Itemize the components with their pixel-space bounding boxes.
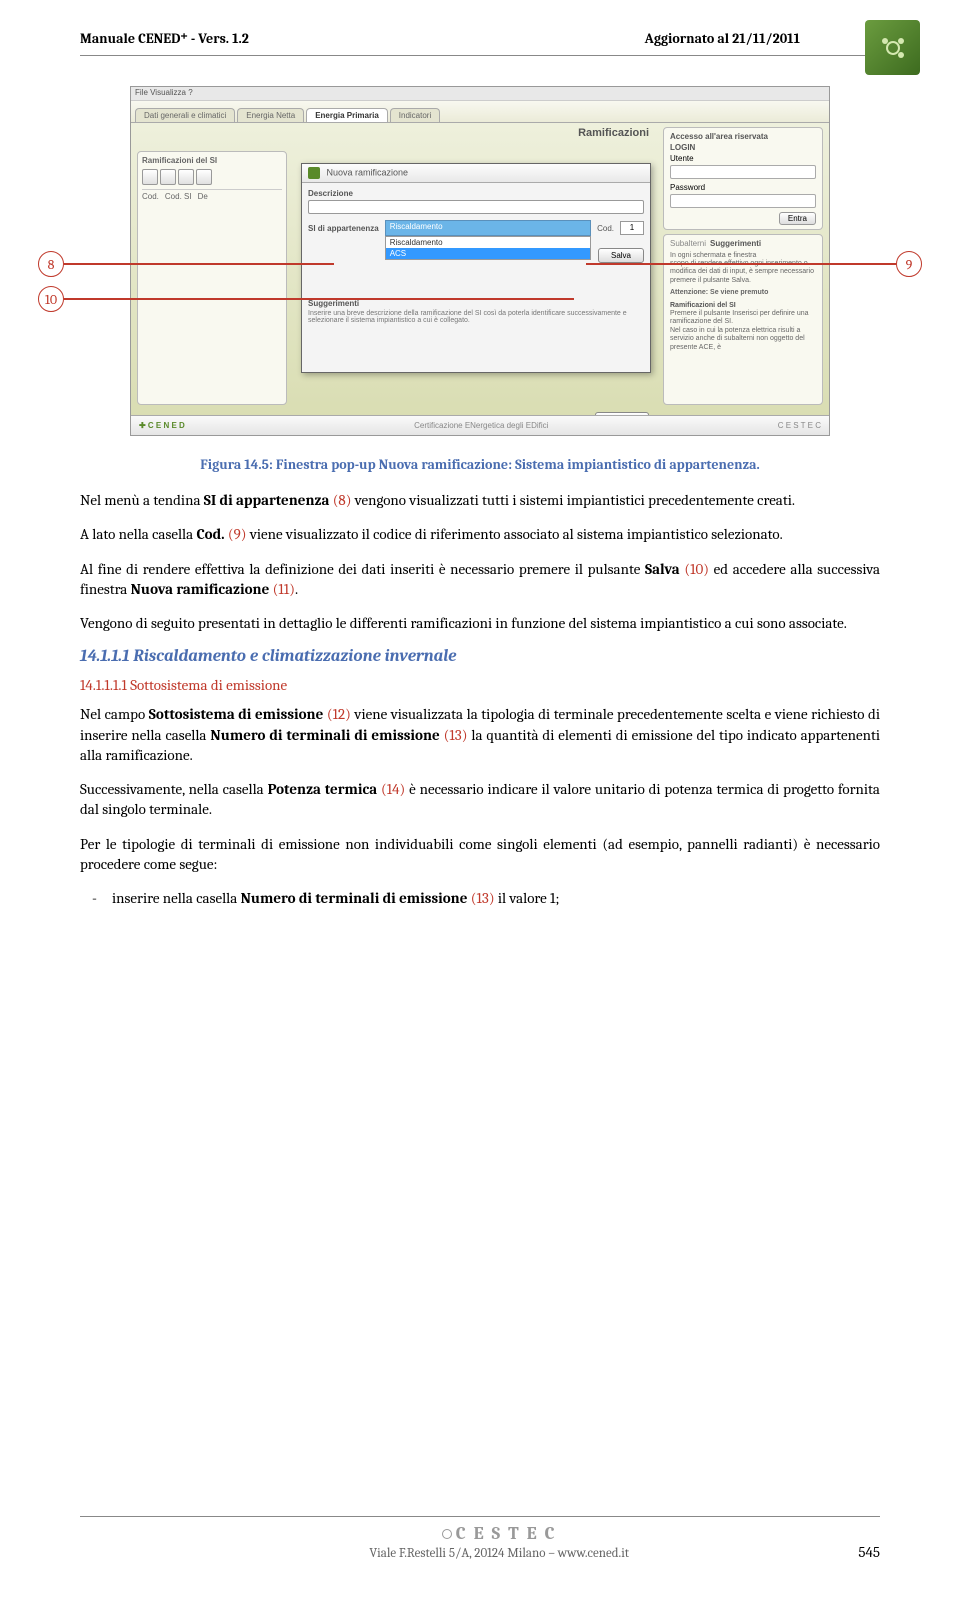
- app-body: Ramificazioni Ramificazioni del SI Cod. …: [131, 123, 829, 435]
- callout-9-line: [586, 263, 896, 265]
- tool-delete-icon[interactable]: [178, 169, 194, 185]
- menu-bar: File Visualizza ?: [131, 87, 829, 101]
- callout-10: 10: [38, 286, 574, 312]
- paragraph-3: Al fine di rendere effettiva la definizi…: [80, 559, 880, 600]
- footer-cestec-brand: C E S T E C: [778, 421, 821, 430]
- login-pass-input[interactable]: [670, 194, 816, 208]
- login-title: Accesso all'area riservata: [670, 132, 816, 141]
- callout-8-circle: 8: [38, 251, 64, 277]
- tab-subalterni[interactable]: Subalterni: [670, 239, 706, 249]
- info-line-7: Nel caso in cui la potenza elettrica ris…: [670, 327, 816, 352]
- login-user-label: Utente: [670, 154, 816, 163]
- footer-address: Viale F.Restelli 5/A, 20124 Milano – www…: [140, 1546, 858, 1561]
- col-cod-si: Cod. SI: [165, 192, 192, 201]
- main-tabs: Dati generali e climatici Energia Netta …: [131, 101, 829, 123]
- header-right-text: Aggiornato al 21/11/2011: [645, 30, 800, 47]
- select-dropdown: Riscaldamento ACS: [385, 236, 591, 260]
- header-divider: [80, 55, 880, 56]
- paragraph-6: Successivamente, nella casella Potenza t…: [80, 779, 880, 820]
- left-panel-title: Ramificazioni del SI: [142, 156, 282, 165]
- col-de: De: [198, 192, 208, 201]
- dialog-suggerimenti-text: Inserire una breve descrizione della ram…: [308, 310, 644, 324]
- cened-logo-icon: [865, 20, 920, 75]
- login-user-input[interactable]: [670, 165, 816, 179]
- info-tabs: Subalterni Suggerimenti: [670, 239, 816, 249]
- tool-add-icon[interactable]: [142, 169, 158, 185]
- option-riscaldamento[interactable]: Riscaldamento: [386, 237, 590, 248]
- tab-dati-generali[interactable]: Dati generali e climatici: [135, 108, 235, 122]
- figure-caption: Figura 14.5: Finestra pop-up Nuova ramif…: [80, 456, 880, 474]
- subheading-sottosistema: 14.1.1.1.1 Sottosistema di emissione: [80, 676, 880, 694]
- footer-divider: [80, 1516, 880, 1517]
- tool-edit-icon[interactable]: [160, 169, 176, 185]
- callout-10-circle: 10: [38, 286, 64, 312]
- login-box: Accesso all'area riservata LOGIN Utente …: [663, 127, 823, 230]
- callout-10-line: [64, 298, 574, 300]
- tab-indicatori[interactable]: Indicatori: [390, 108, 440, 122]
- input-descrizione[interactable]: [308, 200, 644, 214]
- label-si-appartenenza: SI di appartenenza: [308, 224, 379, 233]
- app-footer: ✚ C E N E D Certificazione ENergetica de…: [131, 415, 829, 435]
- select-si-appartenenza[interactable]: Riscaldamento Riscaldamento ACS: [385, 220, 591, 236]
- heading-riscaldamento: 14.1.1.1 Riscaldamento e climatizzazione…: [80, 647, 880, 666]
- info-line-5: Ramificazioni del SI: [670, 302, 816, 310]
- paragraph-5: Nel campo Sottosistema di emissione (12)…: [80, 704, 880, 765]
- paragraph-7: Per le tipologie di terminali di emissio…: [80, 834, 880, 875]
- tab-energia-netta[interactable]: Energia Netta: [237, 108, 304, 122]
- label-descrizione: Descrizione: [308, 189, 644, 198]
- paragraph-4: Vengono di seguito presentati in dettagl…: [80, 613, 880, 633]
- bullet-list: inserire nella casella Numero di termina…: [80, 888, 880, 908]
- figure-wrapper: File Visualizza ? Dati generali e climat…: [80, 86, 880, 436]
- footer-cened-brand: ✚ C E N E D: [139, 421, 185, 430]
- callout-9: 9: [586, 251, 922, 277]
- header-left-text: Manuale CENED⁺ - Vers. 1.2: [80, 30, 249, 47]
- paragraph-2: A lato nella casella Cod. (9) viene visu…: [80, 524, 880, 544]
- tab-suggerimenti[interactable]: Suggerimenti: [710, 239, 761, 249]
- tab-energia-primaria[interactable]: Energia Primaria: [306, 108, 388, 122]
- tool-copy-icon[interactable]: [196, 169, 212, 185]
- page-footer: C E S T E C Viale F.Restelli 5/A, 20124 …: [80, 1516, 880, 1561]
- cestec-logo: C E S T E C: [140, 1523, 858, 1544]
- cestec-dot-icon: [442, 1529, 452, 1539]
- paragraph-1: Nel menù a tendina SI di appartenenza (8…: [80, 490, 880, 510]
- login-label: LOGIN: [670, 143, 816, 152]
- bullet-1: inserire nella casella Numero di termina…: [112, 888, 880, 908]
- dialog-title: Nuova ramificazione: [302, 164, 650, 183]
- select-current-value: Riscaldamento: [385, 220, 591, 236]
- footer-center-text: Certificazione ENergetica degli EDifici: [414, 421, 548, 430]
- input-cod[interactable]: 1: [620, 221, 644, 235]
- login-button[interactable]: Entra: [779, 212, 816, 225]
- footer-center: C E S T E C Viale F.Restelli 5/A, 20124 …: [140, 1523, 858, 1561]
- left-toolbar: [142, 169, 282, 185]
- option-acs[interactable]: ACS: [386, 248, 590, 259]
- left-columns: Cod. Cod. SI De: [142, 189, 282, 201]
- content-title: Ramificazioni: [578, 127, 649, 139]
- page-number: 545: [858, 1543, 880, 1561]
- callout-8: 8: [38, 251, 334, 277]
- login-pass-label: Password: [670, 183, 816, 192]
- info-line-3: Attenzione: Se viene premuto: [670, 289, 816, 297]
- page-header: Manuale CENED⁺ - Vers. 1.2 Aggiornato al…: [80, 30, 880, 47]
- info-line-6: Premere il pulsante Inserisci per defini…: [670, 310, 816, 327]
- left-panel: Ramificazioni del SI Cod. Cod. SI De: [137, 151, 287, 405]
- label-cod: Cod.: [597, 224, 614, 233]
- callout-9-circle: 9: [896, 251, 922, 277]
- callout-8-line: [64, 263, 334, 265]
- col-cod: Cod.: [142, 192, 159, 201]
